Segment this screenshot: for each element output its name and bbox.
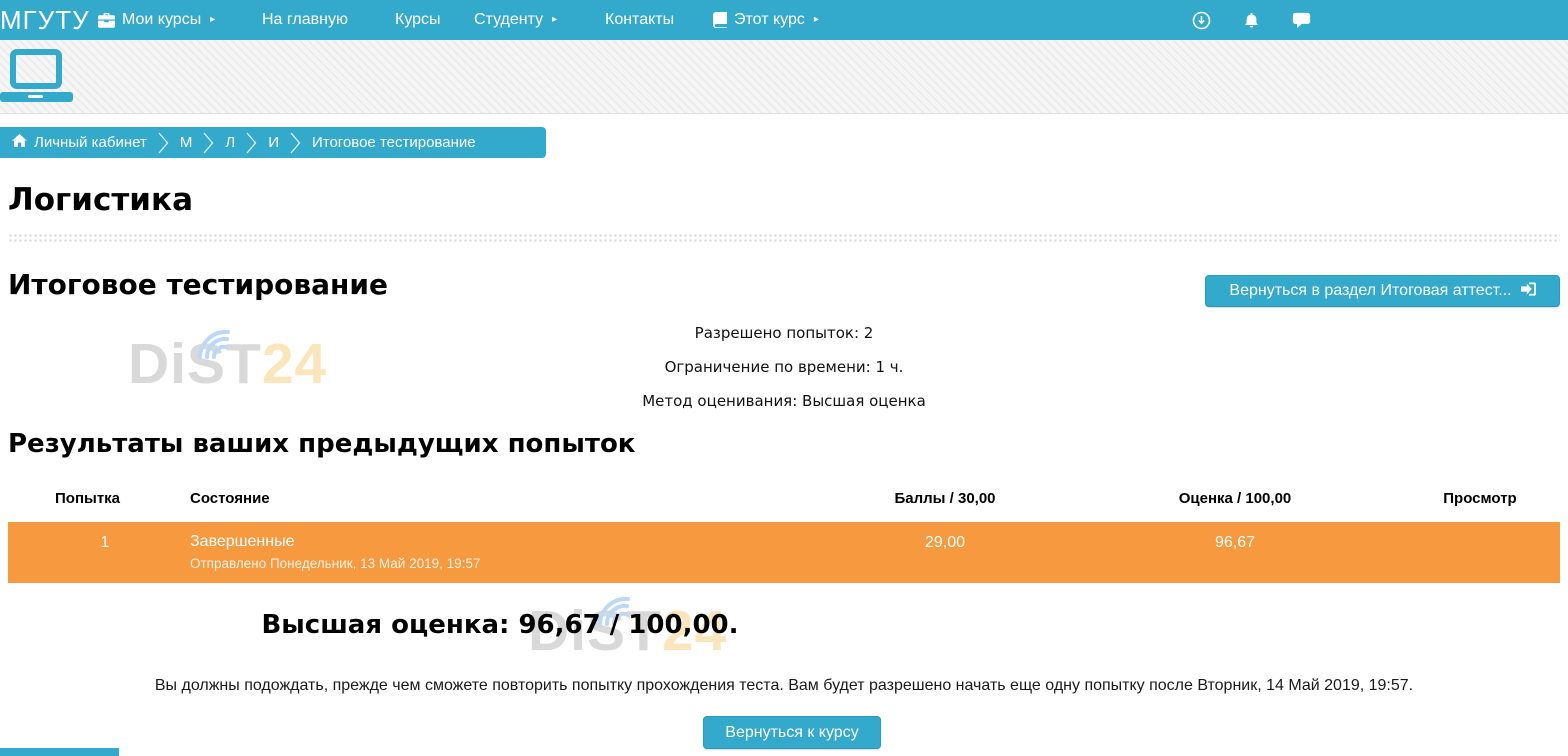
header-banner [0,40,1568,114]
sign-in-icon [1521,282,1536,301]
results-heading: Результаты ваших предыдущих попыток [8,429,635,459]
breadcrumb-item-category[interactable]: М [180,134,193,151]
nav-item-label: Студенту [474,0,543,40]
home-icon [12,134,27,151]
attempt-grade-cell: 96,67 [1085,534,1385,552]
attempt-state-cell: Завершенные [190,533,294,551]
quiz-title: Итоговое тестирование [8,268,388,301]
breadcrumb-item-quiz[interactable]: Итоговое тестирование [312,134,476,151]
back-to-course-button[interactable]: Вернуться к курсу [703,716,881,749]
navbar-icon-group [1192,0,1311,40]
nav-item-my-courses[interactable]: Мои курсы ▸ [98,0,215,40]
quiz-info-timelimit: Ограничение по времени: 1 ч. [0,358,1568,376]
breadcrumb-item-dashboard[interactable]: Личный кабинет [12,134,147,151]
chevron-right-icon [246,132,257,154]
nav-item-label: Курсы [395,0,441,40]
nav-item-student[interactable]: Студенту ▸ [474,0,557,40]
attempt-table-row: 1 Завершенные Отправлено Понедельник, 13… [8,522,1560,583]
col-header-marks: Баллы / 30,00 [795,490,1095,507]
bell-icon[interactable] [1243,12,1260,29]
page-title: Логистика [8,182,193,218]
footer-strip [0,748,119,756]
breadcrumb-item-section[interactable]: И [268,134,279,151]
chevron-right-icon [203,132,214,154]
wait-message: Вы должны подождать, прежде чем сможете … [0,677,1568,695]
brand-logo[interactable]: МГУТУ [0,0,90,40]
nav-item-contacts[interactable]: Контакты [605,0,674,40]
back-to-section-button[interactable]: Вернуться в раздел Итоговая аттест... [1205,275,1560,307]
book-icon [713,12,727,28]
nav-item-label: Контакты [605,0,674,40]
nav-item-courses[interactable]: Курсы [395,0,441,40]
quiz-info-attempts: Разрешено попыток: 2 [0,324,1568,342]
nav-item-this-course[interactable]: Этот курс ▸ [713,0,819,40]
nav-item-home[interactable]: На главную [262,0,348,40]
top-navbar: МГУТУ Мои курсы ▸ На главную Курсы Студе… [0,0,1568,40]
caret-icon: ▸ [814,0,819,40]
briefcase-icon [98,13,115,28]
caret-icon: ▸ [210,0,215,40]
breadcrumb-item-course[interactable]: Л [225,134,235,151]
quiz-info-grademethod: Метод оценивания: Высшая оценка [0,392,1568,410]
chevron-right-icon [290,132,301,154]
dotted-divider [8,233,1560,244]
attempt-marks-cell: 29,00 [795,534,1095,552]
attempt-submitted-cell: Отправлено Понедельник, 13 Май 2019, 19:… [190,556,480,571]
chevron-right-icon [158,132,169,154]
caret-icon: ▸ [552,0,557,40]
chat-icon[interactable] [1292,12,1311,29]
final-grade-text: Высшая оценка: 96,67 / 100,00. [0,610,1000,640]
nav-item-label: Мои курсы [122,0,201,40]
col-header-review: Просмотр [1330,490,1568,507]
col-header-state: Состояние [190,490,270,507]
button-label: Вернуться в раздел Итоговая аттест... [1229,282,1511,300]
nav-item-label: Этот курс [734,0,805,40]
button-label: Вернуться к курсу [725,724,858,742]
attempt-number-cell: 1 [55,534,155,552]
breadcrumb: Личный кабинет М Л И Итоговое тестирован… [0,127,546,158]
nav-item-label: На главную [262,0,348,40]
download-circle-icon[interactable] [1192,11,1211,30]
breadcrumb-label: Личный кабинет [34,134,147,151]
col-header-attempt: Попытка [55,490,120,507]
